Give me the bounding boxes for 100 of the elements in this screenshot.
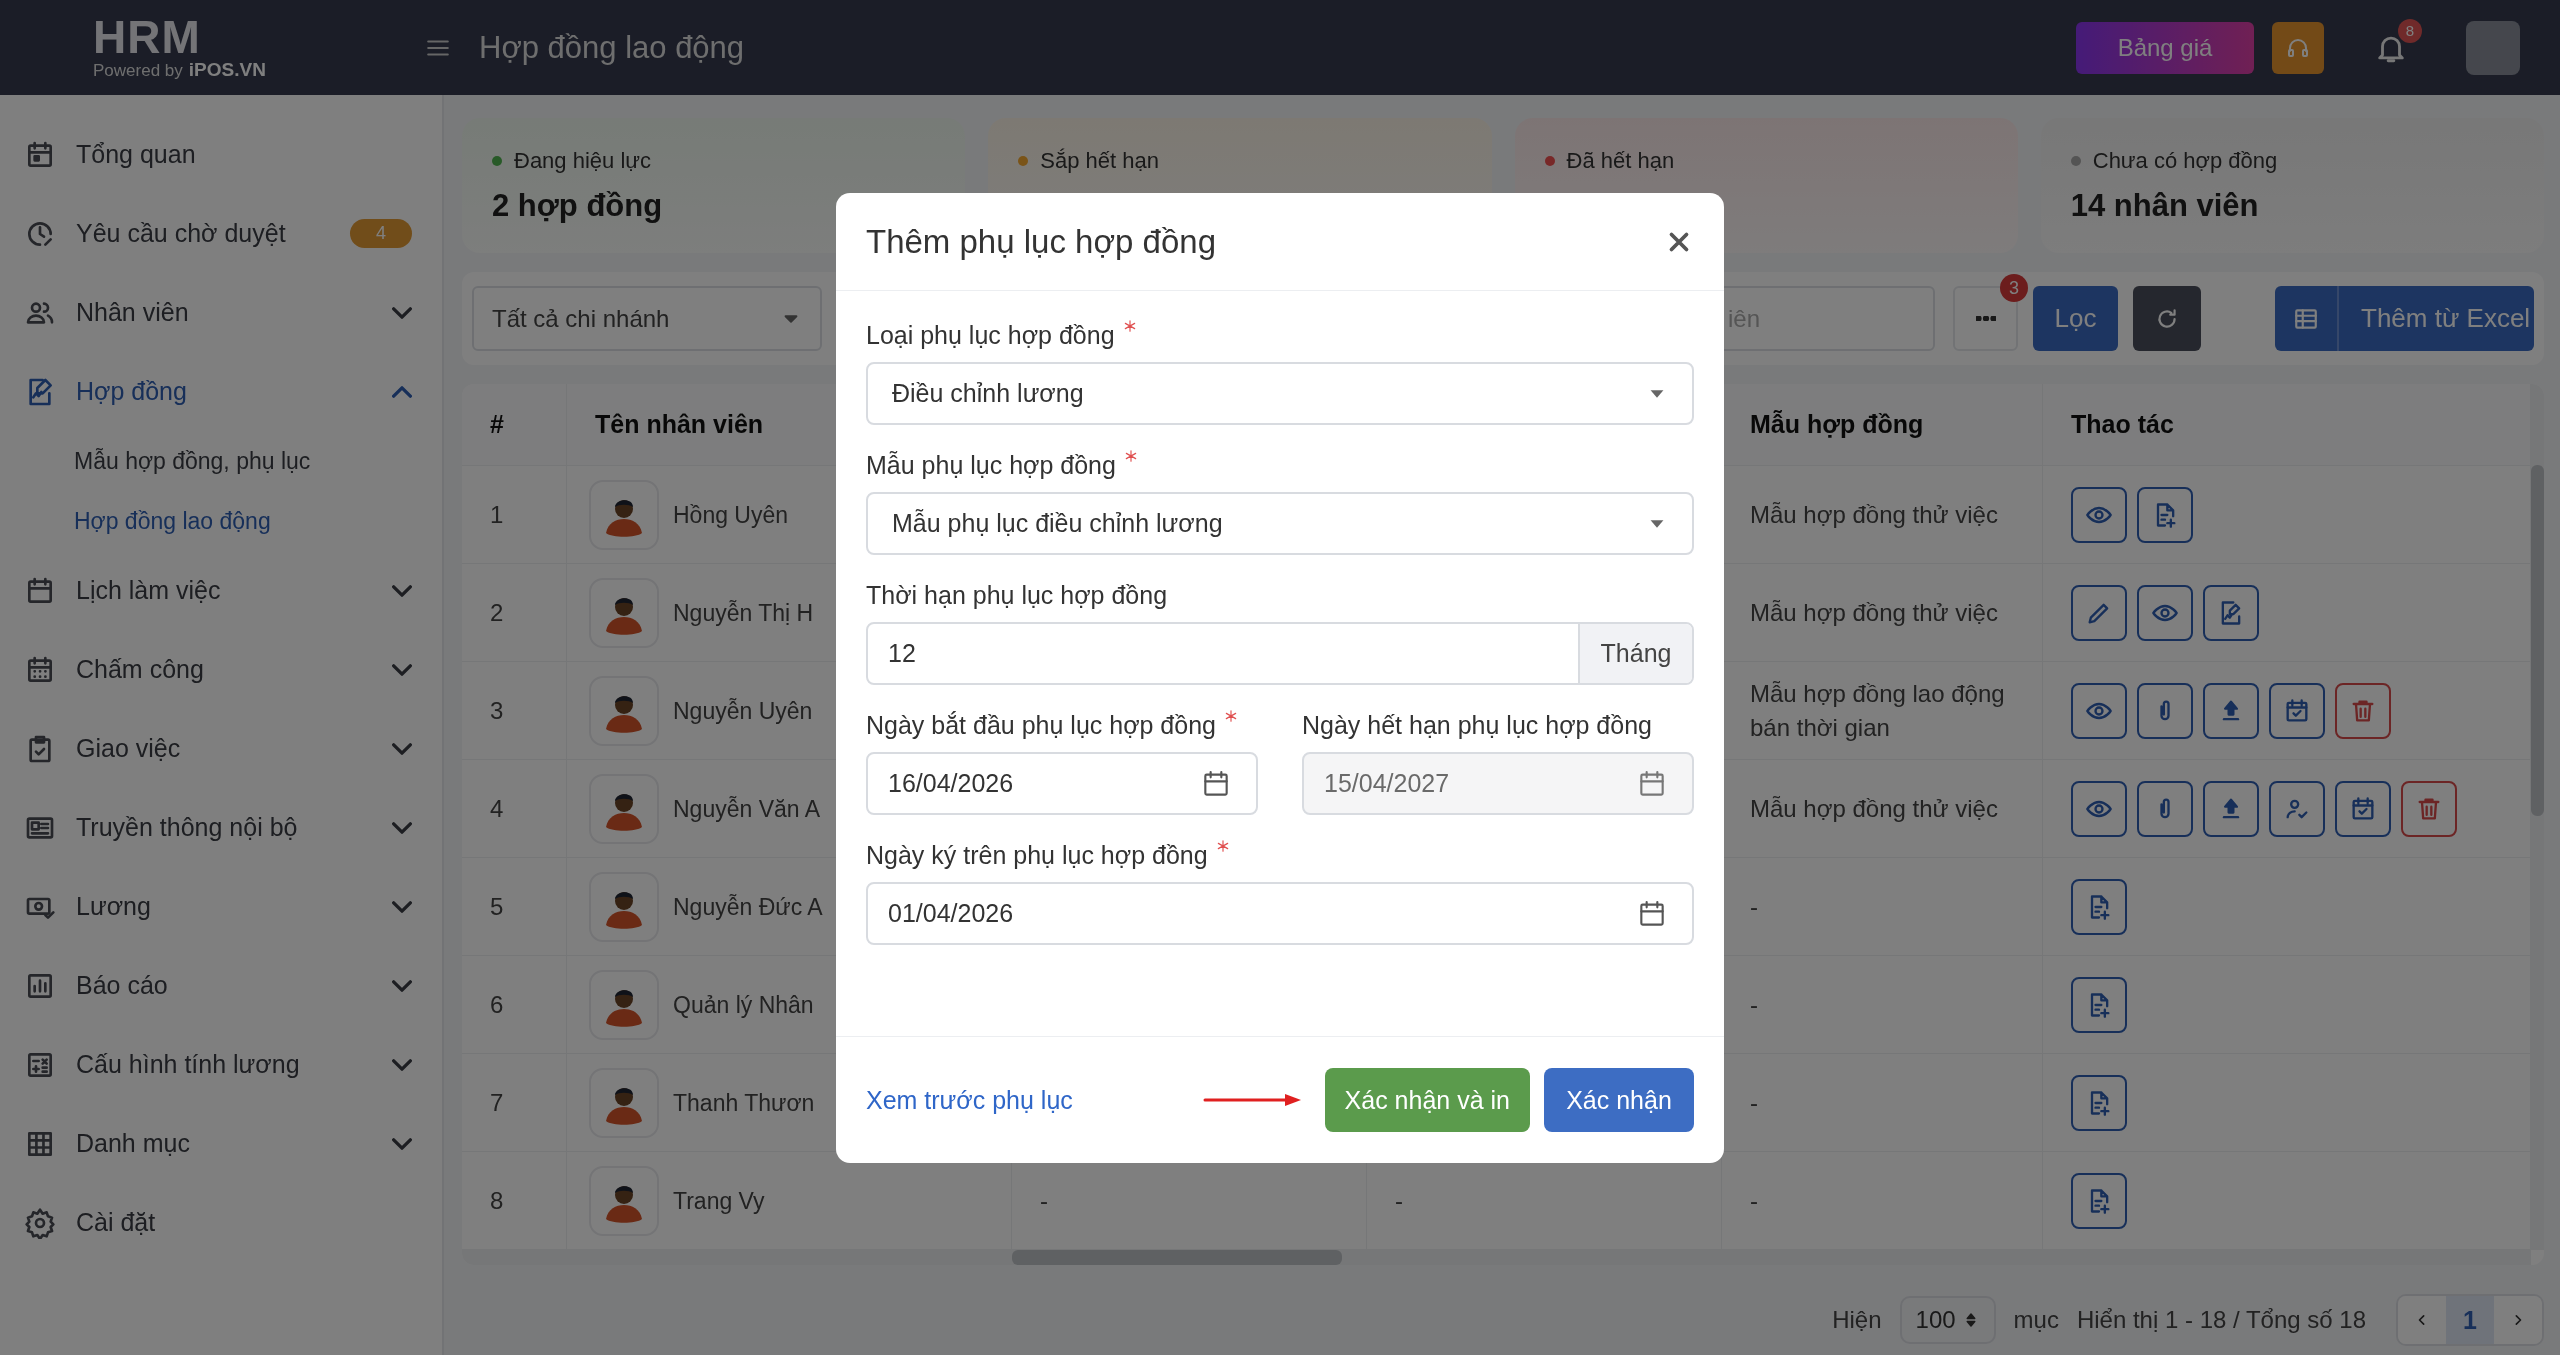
filter-button[interactable]: Lọc: [2033, 286, 2118, 351]
avatar-icon: [589, 773, 659, 844]
sidebar-item[interactable]: Lịch làm việc: [0, 551, 442, 630]
sidebar-item[interactable]: Yêu cầu chờ duyệt 4: [0, 194, 442, 273]
field-value: 01/04/2026: [887, 899, 1014, 928]
count-badge: 4: [350, 219, 412, 248]
settings-icon: [24, 1206, 56, 1239]
powered-by-text: Powered by: [93, 60, 183, 81]
upload-button[interactable]: [2203, 682, 2259, 739]
stat-value: 14 nhân viên: [2070, 188, 2260, 224]
sidebar-item[interactable]: Cấu hình tính lương: [0, 1025, 442, 1104]
sidebar-item[interactable]: Hợp đồng: [0, 352, 442, 431]
sidebar-subitem[interactable]: Mẫu hợp đồng, phụ lục: [0, 431, 442, 491]
date-field[interactable]: 01/04/2026: [866, 882, 1694, 945]
add-document-button[interactable]: [2071, 878, 2127, 935]
headset-button[interactable]: [2272, 21, 2324, 74]
preview-link[interactable]: Xem trước phụ lục: [866, 1085, 1073, 1115]
stat-label: Sắp hết hạn: [1040, 148, 1159, 174]
field-value: 15/04/2027: [1323, 769, 1450, 798]
field-value: 12: [887, 638, 917, 669]
add-document-button[interactable]: [2071, 1172, 2127, 1229]
employee-name: Quản lý Nhân: [673, 990, 814, 1020]
field-label: Thời hạn phụ lục hợp đồng: [866, 581, 1168, 610]
sidebar-item[interactable]: Lương: [0, 867, 442, 946]
sidebar-item[interactable]: Truyền thông nội bộ: [0, 788, 442, 867]
table-cell: 5: [462, 858, 567, 956]
add-document-button[interactable]: [2071, 1074, 2127, 1131]
avatar-icon: [589, 577, 659, 648]
approve-button[interactable]: [2269, 780, 2325, 837]
employee-name: Nguyễn Thị H: [673, 598, 814, 628]
schedule-button[interactable]: [2269, 682, 2325, 739]
field-label: Loại phụ lục hợp đồng: [866, 321, 1115, 350]
sidebar-label: Hợp đồng: [76, 377, 188, 406]
select-field[interactable]: Mẫu phụ lục điều chỉnh lương: [866, 492, 1694, 555]
dialog-title: Thêm phụ lục hợp đồng: [866, 222, 1217, 261]
sidebar-label: Lịch làm việc: [76, 576, 222, 605]
sidebar-item[interactable]: Nhân viên: [0, 273, 442, 352]
page-button[interactable]: 1: [2446, 1296, 2494, 1344]
sidebar-item[interactable]: Danh mục: [0, 1104, 442, 1183]
avatar-icon: [589, 1165, 659, 1236]
add-document-button[interactable]: [2071, 976, 2127, 1033]
duration-field[interactable]: 12 Tháng: [866, 622, 1694, 685]
date-field[interactable]: 16/04/2026: [866, 752, 1258, 815]
sidebar-subitem[interactable]: Hợp đồng lao động: [0, 491, 442, 551]
refresh-button[interactable]: [2133, 286, 2201, 351]
stat-label: Chưa có hợp đồng: [2092, 148, 2278, 174]
pagination-summary: Hiển thị 1 - 18 / Tổng số 18: [2076, 1306, 2366, 1334]
employee-name: Nguyễn Uyên: [673, 696, 813, 726]
sign-document-button[interactable]: [2203, 584, 2259, 641]
avatar-icon: [589, 1067, 659, 1138]
field-label: Ngày ký trên phụ lục hợp đồng: [866, 841, 1208, 870]
add-document-button[interactable]: [2137, 486, 2193, 543]
employee-name: Hồng Uyên: [673, 500, 789, 530]
sidebar-label: Cài đặt: [76, 1208, 157, 1237]
avatar-icon: [589, 479, 659, 550]
edit-button[interactable]: [2071, 584, 2127, 641]
sidebar-item[interactable]: Tổng quan: [0, 115, 442, 194]
sidebar-item[interactable]: Báo cáo: [0, 946, 442, 1025]
sidebar-label: Giao việc: [76, 734, 182, 763]
delete-button[interactable]: [2401, 780, 2457, 837]
upload-button[interactable]: [2203, 780, 2259, 837]
field-label: Ngày bắt đầu phụ lục hợp đồng: [866, 711, 1216, 740]
view-button[interactable]: [2137, 584, 2193, 641]
sidebar-item[interactable]: Cài đặt: [0, 1183, 442, 1262]
page-size-select[interactable]: 100: [1899, 1296, 1996, 1344]
attach-button[interactable]: [2137, 780, 2193, 837]
employee-name: Nguyễn Đức A: [673, 892, 823, 922]
photo-placeholder[interactable]: [2466, 20, 2520, 75]
notification-badge: 8: [2398, 18, 2422, 43]
avatar-icon: [589, 675, 659, 746]
view-button[interactable]: [2071, 682, 2127, 739]
unit-label: Tháng: [1578, 624, 1692, 683]
sidebar-label: Cấu hình tính lương: [76, 1050, 301, 1079]
pricing-button[interactable]: Bảng giá: [2076, 21, 2254, 74]
attach-button[interactable]: [2137, 682, 2193, 739]
confirm-button[interactable]: Xác nhận: [1544, 1068, 1694, 1132]
sidebar-label: Danh mục: [76, 1129, 191, 1158]
view-button[interactable]: [2071, 486, 2127, 543]
employee-name: Thanh Thươn: [673, 1088, 815, 1118]
field-value: 16/04/2026: [887, 769, 1014, 798]
field-label: Ngày hết hạn phụ lục hợp đồng: [1302, 711, 1652, 740]
select-value: Tất cả chi nhánh: [492, 304, 670, 333]
delete-button[interactable]: [2335, 682, 2391, 739]
column-header: Mẫu hợp đồng: [1722, 384, 2043, 466]
sidebar-item[interactable]: Giao việc: [0, 709, 442, 788]
avatar-icon: [589, 969, 659, 1040]
sidebar-label: Tổng quan: [76, 140, 197, 169]
branch-select[interactable]: Tất cả chi nhánh: [472, 286, 822, 351]
view-button[interactable]: [2071, 780, 2127, 837]
stat-value: 2 hợp đồng: [492, 188, 664, 224]
page-title: Hợp đồng lao động: [479, 29, 745, 66]
import-excel-button[interactable]: Thêm từ Excel: [2275, 286, 2534, 351]
confirm-print-button[interactable]: Xác nhận và in: [1324, 1068, 1530, 1132]
table-cell: 1: [462, 466, 567, 564]
schedule-button[interactable]: [2335, 780, 2391, 837]
table-cell: 3: [462, 662, 567, 760]
sidebar-item[interactable]: Chấm công: [0, 630, 442, 709]
select-field[interactable]: Điều chỉnh lương: [866, 362, 1694, 425]
table-cell: 2: [462, 564, 567, 662]
employee-name: Nguyễn Văn A: [673, 794, 821, 824]
